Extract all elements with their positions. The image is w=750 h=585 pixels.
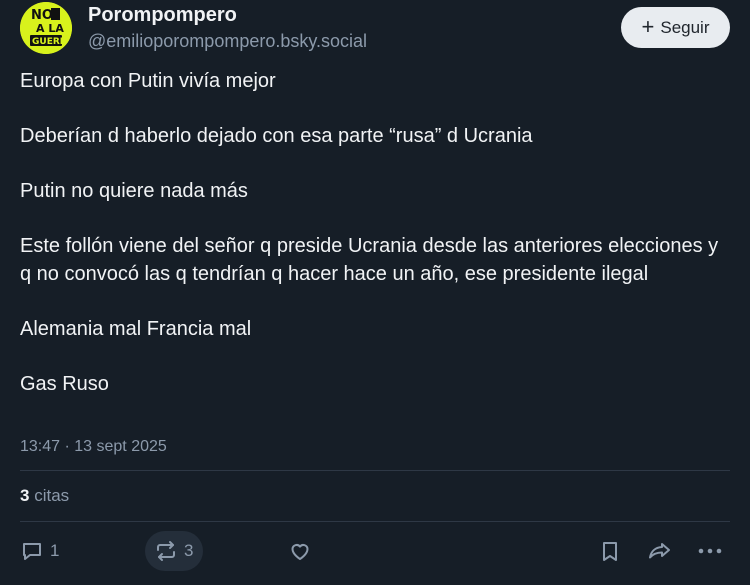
share-button[interactable] <box>647 531 673 571</box>
display-name[interactable]: Porompompero <box>88 4 237 27</box>
post-paragraph: Putin no quiere nada más <box>20 180 248 202</box>
bookmark-icon <box>603 542 617 561</box>
post-timestamp[interactable]: 13:47 · 13 sept 2025 <box>20 438 167 456</box>
plus-icon: + <box>641 13 655 39</box>
avatar[interactable]: NO A LA GUERRA <box>20 2 72 54</box>
quotes-count: 3 <box>20 486 30 505</box>
post-header: NO A LA GUERRA Porompompero @emilioporom… <box>20 2 730 56</box>
svg-text:A LA: A LA <box>36 22 64 35</box>
follow-button-label: Seguir <box>660 17 710 37</box>
post-paragraph: Deberían d haberlo dejado con esa parte … <box>20 125 533 147</box>
more-icon <box>698 548 722 554</box>
post-paragraph: Este follón viene del señor q preside Uc… <box>20 235 719 285</box>
reply-icon <box>23 543 41 560</box>
heart-icon <box>291 544 309 560</box>
post-paragraph: Europa con Putin vivía mejor <box>20 70 276 92</box>
repost-icon <box>157 541 175 561</box>
reply-count: 1 <box>50 541 60 560</box>
repost-button[interactable]: 3 <box>154 531 193 571</box>
post-paragraph: Gas Ruso <box>20 372 109 395</box>
more-options-button[interactable] <box>697 531 723 571</box>
quotes-label: citas <box>34 486 70 505</box>
divider <box>20 470 730 471</box>
follow-button[interactable]: + Seguir <box>621 7 730 48</box>
divider <box>20 521 730 522</box>
post-text: Europa con Putin vivía mejor Deberían d … <box>20 68 720 398</box>
like-button[interactable] <box>288 531 312 571</box>
svg-text:NO: NO <box>31 8 53 23</box>
svg-text:GUERRA: GUERRA <box>32 37 72 47</box>
reply-button[interactable]: 1 <box>20 531 59 571</box>
author-handle[interactable]: @emilioporompompero.bsky.social <box>88 31 367 52</box>
share-icon <box>649 543 670 559</box>
repost-count: 3 <box>184 541 194 560</box>
quotes-count-link[interactable]: 3 citas <box>20 486 69 506</box>
bookmark-button[interactable] <box>598 531 622 571</box>
post-paragraph: Alemania mal Francia mal <box>20 317 252 340</box>
action-bar: 1 3 <box>0 530 750 574</box>
avatar-logo-icon: NO A LA GUERRA <box>20 2 72 54</box>
